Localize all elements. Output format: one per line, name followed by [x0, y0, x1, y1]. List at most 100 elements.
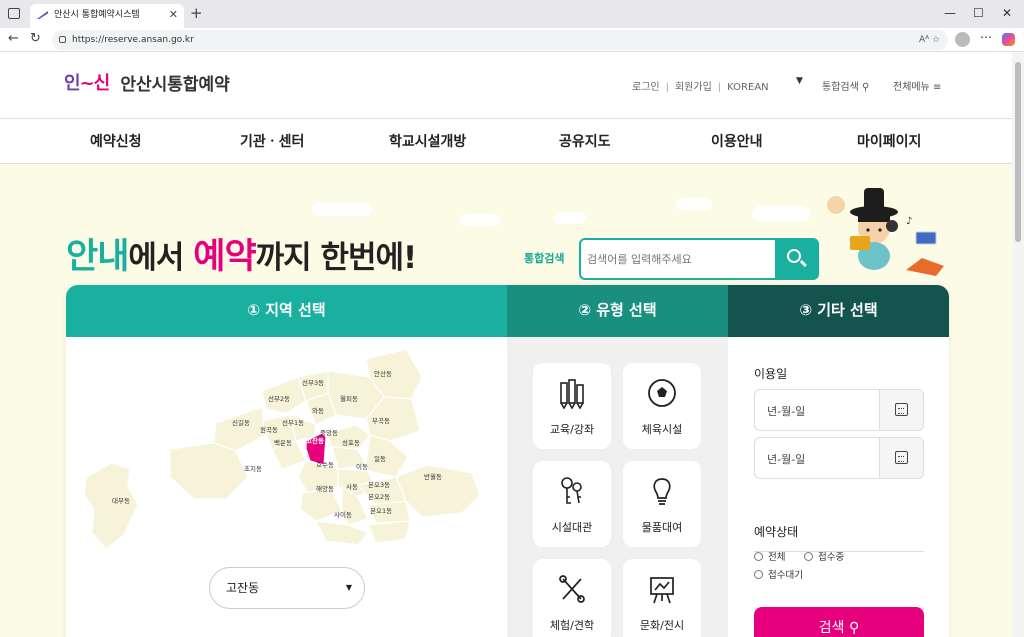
profile-avatar[interactable]: [955, 32, 970, 47]
district-label[interactable]: 와동: [312, 405, 324, 415]
join-link[interactable]: 회원가입: [675, 78, 712, 93]
type-card-experience[interactable]: 체험/견학: [533, 559, 611, 637]
district-label[interactable]: 호수동: [316, 459, 334, 469]
address-toolbar: ← ↻ https://reserve.ansan.go.kr Aᴬ ☆ ⋯: [0, 28, 1024, 52]
language-select[interactable]: KOREAN: [727, 82, 768, 93]
district-label[interactable]: 초지동: [244, 463, 262, 473]
chevron-down-icon: ▼: [345, 583, 352, 592]
integrated-search-link[interactable]: 통합검색 ⚲: [822, 78, 869, 93]
district-label[interactable]: 중앙동: [320, 427, 338, 437]
end-date-field[interactable]: 년-월-일: [754, 437, 924, 479]
cloud-decoration: [676, 198, 712, 210]
main-navigation: 예약신청 기관ㆍ센터 학교시설개방 공유지도 이용안내 마이페이지: [0, 118, 1012, 164]
window-menu-icon[interactable]: [8, 8, 20, 19]
language-dropdown-icon[interactable]: ▼: [796, 76, 803, 86]
hero-search-button[interactable]: [775, 240, 817, 278]
region-map-area: 안산동 선부3동 선부2동 월피동 와동 신길동 선부1동 원곡동 부곡동 고잔…: [66, 337, 507, 637]
calendar-icon[interactable]: [879, 390, 923, 430]
district-label[interactable]: 성포동: [342, 437, 360, 447]
status-radio-all[interactable]: 전체: [754, 549, 785, 563]
search-icon: ⚲: [862, 82, 870, 93]
soccer-ball-icon: [648, 379, 676, 407]
nav-school-facility[interactable]: 학교시설개방: [389, 131, 466, 151]
hero-search-input[interactable]: [587, 248, 767, 270]
district-label[interactable]: 해양동: [316, 483, 334, 493]
lock-icon: [59, 36, 66, 43]
district-label[interactable]: 월피동: [340, 393, 358, 403]
district-label[interactable]: 본오1동: [370, 505, 392, 515]
status-radio-open[interactable]: 접수중: [804, 549, 844, 563]
calendar-icon[interactable]: [879, 438, 923, 478]
svg-text:♪: ♪: [906, 216, 912, 227]
easel-icon: [650, 577, 674, 604]
hero-search-box: [579, 238, 819, 280]
maximize-button[interactable]: ☐: [973, 6, 984, 20]
district-label[interactable]: 선부2동: [268, 393, 290, 403]
district-label[interactable]: 사동: [346, 481, 358, 491]
copilot-icon[interactable]: [1002, 33, 1015, 46]
minimize-button[interactable]: —: [944, 6, 956, 20]
type-card-sports[interactable]: 체육시설: [623, 363, 701, 449]
district-select[interactable]: 고잔동 ▼: [209, 567, 365, 609]
lightbulb-icon: [653, 478, 671, 505]
site-favicon-icon: [37, 11, 48, 19]
cloud-decoration: [752, 206, 810, 222]
district-label[interactable]: 신길동: [232, 417, 250, 427]
type-card-rental[interactable]: 물품대여: [623, 461, 701, 547]
type-card-education[interactable]: 교육/강좌: [533, 363, 611, 449]
status-radio-waiting[interactable]: 접수대기: [754, 567, 803, 581]
district-label[interactable]: 이동: [356, 461, 368, 471]
address-bar[interactable]: https://reserve.ansan.go.kr Aᴬ ☆: [52, 30, 948, 50]
reload-icon[interactable]: ↻: [30, 31, 41, 46]
district-label[interactable]: 반월동: [424, 471, 442, 481]
all-menu-button[interactable]: 전체메뉴 ≡: [893, 78, 941, 93]
district-label[interactable]: 선부3동: [302, 377, 324, 387]
hero-slogan: 안내에서 예약까지 한번에!: [66, 237, 417, 277]
district-label[interactable]: 안산동: [374, 368, 392, 378]
search-button[interactable]: 검색 ⚲: [754, 607, 924, 637]
step-region[interactable]: ① 지역 선택: [66, 285, 507, 337]
use-date-label: 이용일: [754, 367, 788, 381]
district-label[interactable]: 백운동: [274, 437, 292, 447]
new-tab-button[interactable]: +: [190, 4, 203, 22]
nav-institution-center[interactable]: 기관ㆍ센터: [240, 131, 304, 151]
favorite-star-icon[interactable]: Aᴬ ☆: [919, 30, 940, 50]
district-label[interactable]: 원곡동: [260, 424, 278, 434]
hero-search-label: 통합검색: [524, 252, 565, 265]
search-icon: [787, 249, 801, 263]
district-label[interactable]: 대부동: [112, 495, 130, 505]
start-date-field[interactable]: 년-월-일: [754, 389, 924, 431]
type-card-facility[interactable]: 시설대관: [533, 461, 611, 547]
nav-usage-guide[interactable]: 이용안내: [711, 131, 763, 151]
district-label[interactable]: 본오2동: [368, 491, 390, 501]
other-options-area: 이용일 년-월-일 년-월-일 예약상태 전체 접수중 접수대기 검색 ⚲: [728, 337, 949, 637]
district-label[interactable]: 선부1동: [282, 417, 304, 427]
close-tab-icon[interactable]: ✕: [169, 4, 178, 26]
close-window-button[interactable]: ✕: [1002, 6, 1012, 20]
type-card-culture[interactable]: 문화/전시: [623, 559, 701, 637]
district-label[interactable]: 일동: [374, 453, 386, 463]
cloud-decoration: [460, 214, 500, 226]
hamburger-icon: ≡: [933, 82, 942, 93]
web-page: 인~신 안산시통합예약 로그인 | 회원가입 | KOREAN ▼ 통합검색 ⚲ 전체메…: [0, 52, 1012, 637]
step-type[interactable]: ② 유형 선택: [507, 285, 728, 337]
district-label[interactable]: 사이동: [334, 509, 352, 519]
page-scrollbar[interactable]: [1012, 52, 1024, 637]
step-other[interactable]: ③ 기타 선택: [728, 285, 949, 337]
scrollbar-thumb[interactable]: [1015, 62, 1021, 242]
login-link[interactable]: 로그인: [632, 78, 660, 93]
map-region-daebu: [83, 462, 139, 550]
browser-tab[interactable]: 안산시 통합예약시스템 ✕: [30, 4, 184, 28]
cloud-decoration: [312, 202, 372, 216]
more-options-icon[interactable]: ⋯: [980, 30, 992, 44]
keys-icon: [561, 477, 582, 504]
district-label[interactable]: 본오3동: [368, 479, 390, 489]
nav-shared-map[interactable]: 공유지도: [559, 131, 611, 151]
status-label: 예약상태: [754, 525, 799, 539]
logo-text: 안산시통합예약: [120, 74, 230, 95]
nav-reservation[interactable]: 예약신청: [90, 131, 142, 151]
site-logo[interactable]: 인~신 안산시통합예약: [64, 69, 230, 99]
nav-my-page[interactable]: 마이페이지: [857, 131, 921, 151]
district-label[interactable]: 부곡동: [372, 415, 390, 425]
back-icon[interactable]: ←: [8, 31, 19, 46]
